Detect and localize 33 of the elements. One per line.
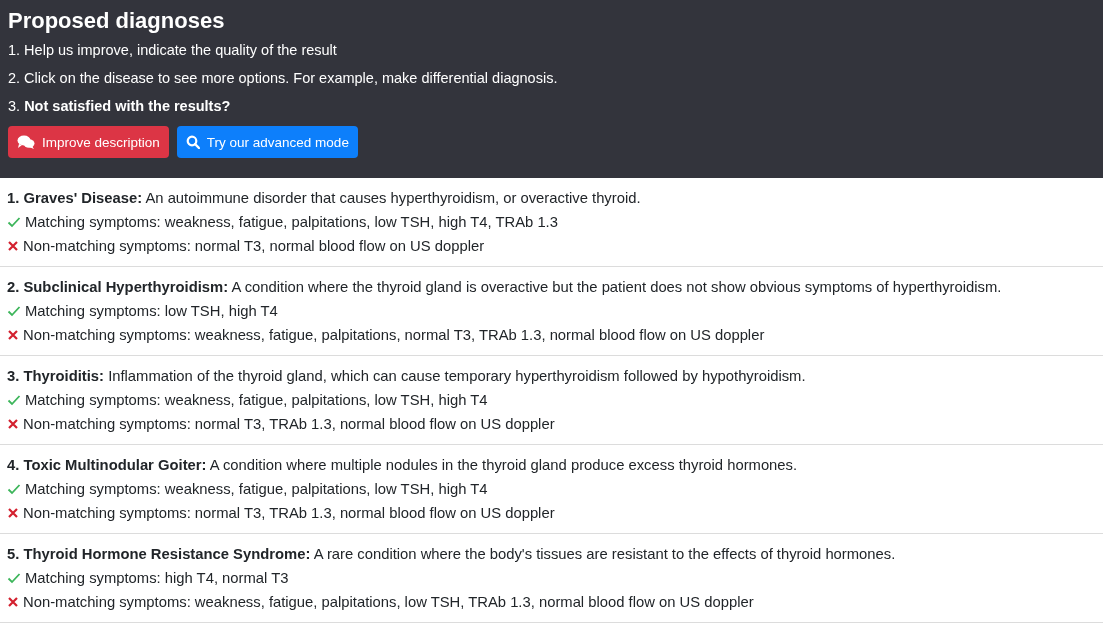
- non-matching-symptoms-text: Non-matching symptoms: weakness, fatigue, palpitations, normal T3, TRAb 1.3, normal blood flow on US doppler: [23, 326, 765, 345]
- diagnosis-description: 1. Graves' Disease: An autoimmune disorder that causes hyperthyroidism, or overactive thyroid.: [7, 189, 642, 208]
- matching-symptoms-text: Matching symptoms: low TSH, high T4: [25, 302, 278, 321]
- cross-icon: [7, 240, 19, 252]
- check-icon: [7, 305, 21, 317]
- non-matching-symptoms-text: Non-matching symptoms: normal T3, normal blood flow on US doppler: [23, 237, 485, 256]
- cross-icon: [7, 329, 19, 341]
- cross-icon: [7, 507, 19, 519]
- advanced-mode-button[interactable]: Try our advanced mode: [176, 126, 358, 158]
- diagnosis-description: 3. Thyroiditis: Inflammation of the thyroid gland, which can cause temporary hyperthyroidism followed by hypothyroidism.: [7, 367, 807, 386]
- matching-symptoms-text: Matching symptoms: high T4, normal T3: [25, 569, 289, 588]
- page-title: Proposed diagnoses: [8, 7, 226, 35]
- chat-bubbles-icon: [17, 135, 35, 149]
- instruction-text: 2. Click on the disease to see more options. For example, make differential diagnosis.: [8, 69, 559, 88]
- search-icon: [185, 135, 200, 149]
- non-matching-symptoms-text: Non-matching symptoms: weakness, fatigue, palpitations, low TSH, TRAb 1.3, normal blood flow on US doppler: [23, 593, 754, 612]
- instruction-text: 1. Help us improve, indicate the quality of the result: [8, 41, 338, 60]
- cross-icon: [7, 596, 19, 608]
- diagnosis-description: 4. Toxic Multinodular Goiter: A condition where multiple nodules in the thyroid gland produce excess thyroid hormones.: [7, 456, 799, 475]
- diagnosis-description: 2. Subclinical Hyperthyroidism: A condition where the thyroid gland is overactive but the patient does not show obvious symptoms of hyperthyroidism.: [7, 278, 1003, 297]
- check-icon: [7, 483, 21, 495]
- matching-symptoms-text: Matching symptoms: weakness, fatigue, palpitations, low TSH, high T4, TRAb 1.3: [25, 213, 558, 232]
- diagnosis-description: 5. Thyroid Hormone Resistance Syndrome: A rare condition where the body's tissues are resistant to the effects of thyroid hormones.: [7, 545, 897, 564]
- non-matching-symptoms-text: Non-matching symptoms: normal T3, TRAb 1.3, normal blood flow on US doppler: [23, 504, 555, 523]
- matching-symptoms-text: Matching symptoms: weakness, fatigue, palpitations, low TSH, high T4: [25, 391, 488, 410]
- check-icon: [7, 572, 21, 584]
- cross-icon: [7, 418, 19, 430]
- check-icon: [7, 216, 21, 228]
- instruction-text: 3. Not satisfied with the results?: [8, 97, 232, 116]
- non-matching-symptoms-text: Non-matching symptoms: normal T3, TRAb 1.3, normal blood flow on US doppler: [23, 415, 555, 434]
- check-icon: [7, 394, 21, 406]
- improve-description-button[interactable]: Improve description: [8, 126, 169, 158]
- matching-symptoms-text: Matching symptoms: weakness, fatigue, palpitations, low TSH, high T4: [25, 480, 488, 499]
